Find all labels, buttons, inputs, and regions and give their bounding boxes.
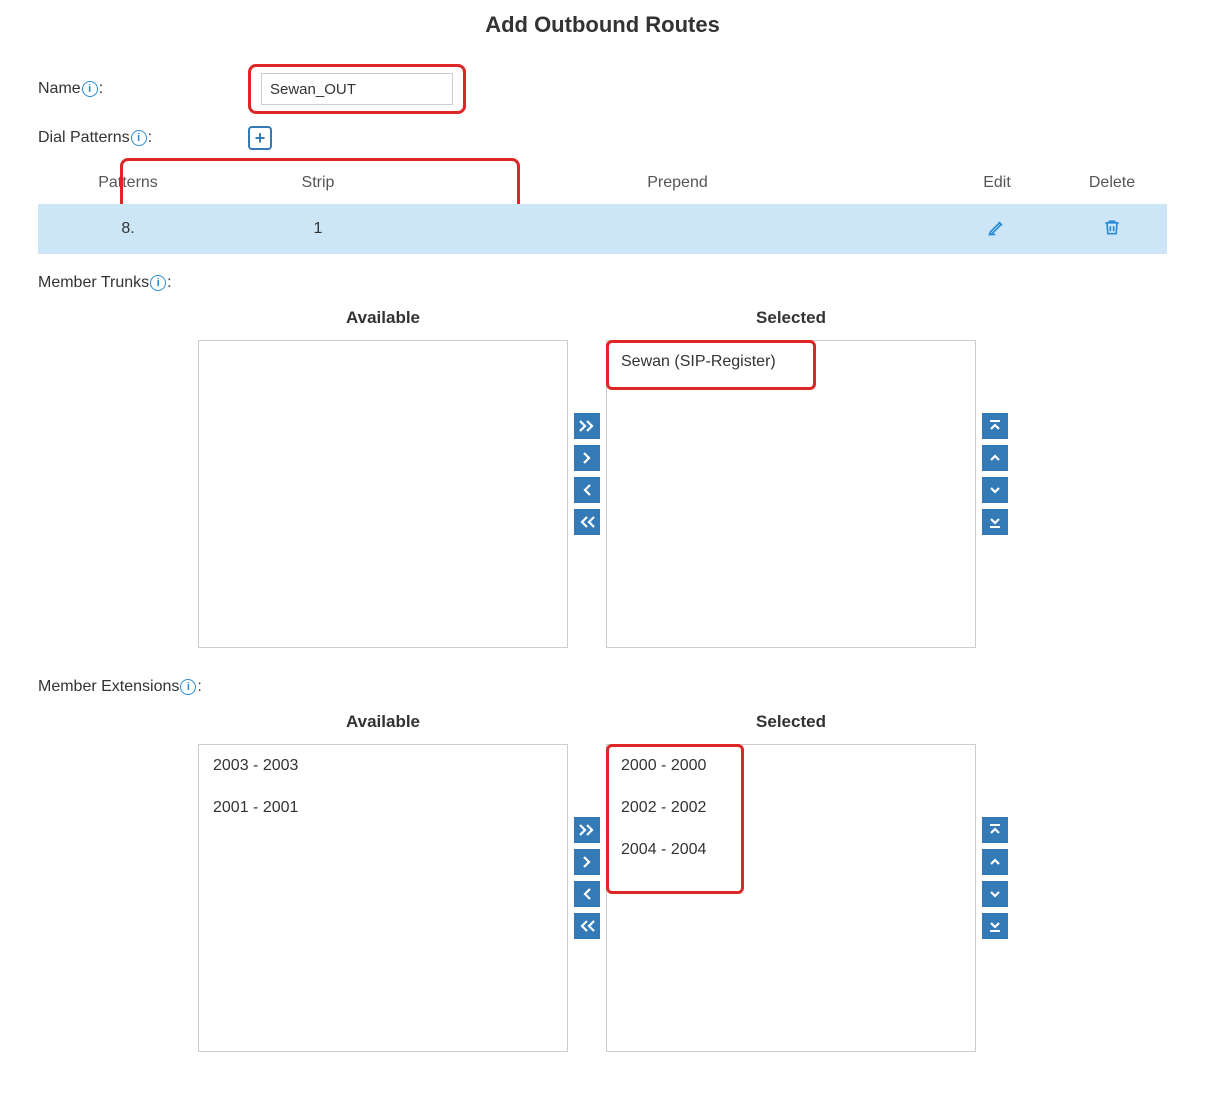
list-item[interactable]: 2001 - 2001 <box>199 787 567 829</box>
move-top-button[interactable] <box>982 817 1008 843</box>
cell-strip: 1 <box>218 204 418 254</box>
name-highlight-box <box>248 64 466 114</box>
selected-title: Selected <box>606 704 976 744</box>
colon: : <box>167 274 171 292</box>
move-top-button[interactable] <box>982 413 1008 439</box>
extensions-dual-list: Available 2003 - 20032001 - 2001 Selecte… <box>38 704 1167 1052</box>
colon: : <box>197 678 201 696</box>
header-strip: Strip <box>218 162 418 204</box>
move-up-button[interactable] <box>982 445 1008 471</box>
list-item[interactable]: 2002 - 2002 <box>607 787 975 829</box>
edit-icon[interactable] <box>986 216 1008 238</box>
move-all-right-button[interactable] <box>574 413 600 439</box>
dial-patterns-label: Dial Patterns <box>38 129 130 147</box>
header-delete: Delete <box>1057 162 1167 204</box>
page-title: Add Outbound Routes <box>0 0 1205 58</box>
available-title: Available <box>198 704 568 744</box>
list-item[interactable]: 2003 - 2003 <box>199 745 567 787</box>
add-pattern-button[interactable]: + <box>248 126 272 150</box>
move-right-button[interactable] <box>574 849 600 875</box>
member-trunks-section: Member Trunks i : Available Selected Sew… <box>38 274 1167 648</box>
available-title: Available <box>198 300 568 340</box>
info-icon[interactable]: i <box>180 679 196 695</box>
dial-table-wrap: Patterns Strip Prepend Edit Delete 8. 1 <box>38 162 1167 254</box>
extensions-available-list[interactable]: 2003 - 20032001 - 2001 <box>198 744 568 1052</box>
move-down-button[interactable] <box>982 881 1008 907</box>
move-bottom-button[interactable] <box>982 509 1008 535</box>
move-up-button[interactable] <box>982 849 1008 875</box>
info-icon[interactable]: i <box>82 81 98 97</box>
selected-title: Selected <box>606 300 976 340</box>
cell-prepend <box>418 204 937 254</box>
move-right-button[interactable] <box>574 445 600 471</box>
dial-patterns-table: Patterns Strip Prepend Edit Delete 8. 1 <box>38 162 1167 254</box>
member-extensions-label: Member Extensions <box>38 678 179 696</box>
header-prepend: Prepend <box>418 162 937 204</box>
name-label: Name <box>38 80 81 98</box>
colon: : <box>99 80 103 98</box>
move-all-left-button[interactable] <box>574 509 600 535</box>
info-icon[interactable]: i <box>150 275 166 291</box>
list-item[interactable]: Sewan (SIP-Register) <box>607 341 975 383</box>
name-input[interactable] <box>261 73 453 105</box>
trunks-available-list[interactable] <box>198 340 568 648</box>
table-row[interactable]: 8. 1 <box>38 204 1167 254</box>
colon: : <box>148 129 152 147</box>
name-row: Name i : <box>0 58 1205 120</box>
header-edit: Edit <box>937 162 1057 204</box>
info-icon[interactable]: i <box>131 130 147 146</box>
member-trunks-label: Member Trunks <box>38 274 149 292</box>
list-item[interactable]: 2004 - 2004 <box>607 829 975 871</box>
trunks-dual-list: Available Selected Sewan (SIP-Register) <box>38 300 1167 648</box>
delete-icon[interactable] <box>1101 216 1123 238</box>
trunks-selected-list[interactable]: Sewan (SIP-Register) <box>606 340 976 648</box>
extensions-selected-list[interactable]: 2000 - 20002002 - 20022004 - 2004 <box>606 744 976 1052</box>
move-left-button[interactable] <box>574 881 600 907</box>
move-all-left-button[interactable] <box>574 913 600 939</box>
move-all-right-button[interactable] <box>574 817 600 843</box>
move-bottom-button[interactable] <box>982 913 1008 939</box>
move-left-button[interactable] <box>574 477 600 503</box>
member-extensions-section: Member Extensions i : Available 2003 - 2… <box>38 678 1167 1052</box>
list-item[interactable]: 2000 - 2000 <box>607 745 975 787</box>
cell-pattern: 8. <box>38 204 218 254</box>
move-down-button[interactable] <box>982 477 1008 503</box>
header-patterns: Patterns <box>38 162 218 204</box>
dial-patterns-row: Dial Patterns i : + <box>0 120 1205 156</box>
